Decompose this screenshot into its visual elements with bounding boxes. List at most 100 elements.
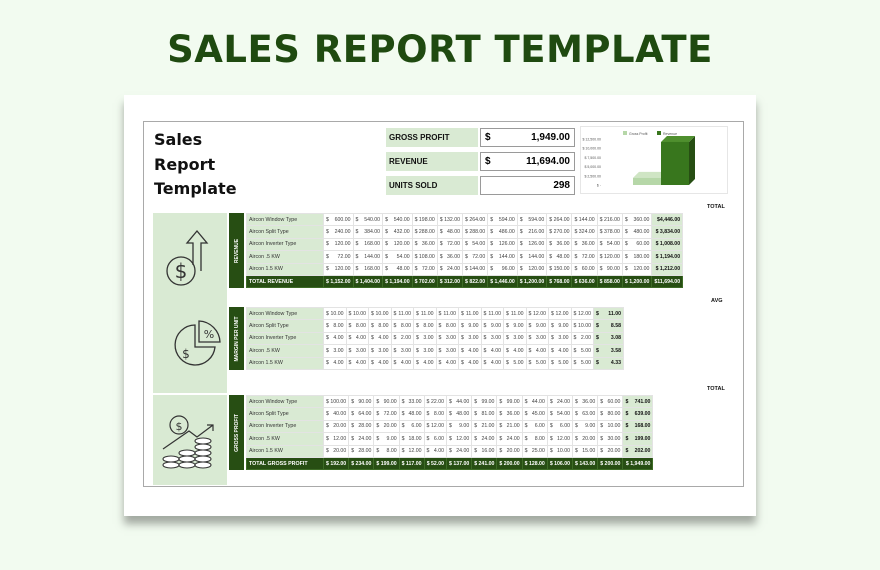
month-cell[interactable]: $144.00 xyxy=(571,212,598,227)
month-cell[interactable]: $20.00 xyxy=(572,432,599,446)
month-cell[interactable]: $24.00 xyxy=(348,432,375,446)
month-cell[interactable]: $11.00 xyxy=(503,306,527,321)
month-cell[interactable]: $2.00 xyxy=(570,331,594,346)
month-cell[interactable]: $4.00 xyxy=(503,344,527,358)
month-cell[interactable]: $9.00 xyxy=(458,319,482,333)
month-cell[interactable]: $21.00 xyxy=(496,419,523,434)
summary-cell[interactable]: $ 1,212.00 xyxy=(651,262,684,276)
month-cell[interactable]: $64.00 xyxy=(348,407,375,421)
month-cell[interactable]: $72.00 xyxy=(373,407,400,421)
month-cell[interactable]: $126.00 xyxy=(487,237,518,252)
product-name[interactable]: Aircon Inverter Type xyxy=(246,237,324,252)
month-cell[interactable]: $108.00 xyxy=(411,250,438,264)
total-cell[interactable]: $ 702.00 xyxy=(411,274,438,289)
month-cell[interactable]: $3.00 xyxy=(390,344,414,358)
month-cell[interactable]: $3.00 xyxy=(480,331,504,346)
product-name[interactable]: Aircon Window Type xyxy=(246,306,324,321)
month-cell[interactable]: $168.00 xyxy=(352,237,384,252)
month-cell[interactable]: $36.00 xyxy=(572,394,599,409)
month-cell[interactable]: $9.00 xyxy=(572,419,599,434)
month-cell[interactable]: $4.00 xyxy=(458,356,482,370)
total-cell[interactable]: $ 241.00 xyxy=(471,456,498,471)
month-cell[interactable]: $24.00 xyxy=(471,432,498,446)
product-name[interactable]: Aircon 1.5 KW xyxy=(246,444,324,458)
month-cell[interactable]: $144.00 xyxy=(461,262,489,276)
month-cell[interactable]: $3.00 xyxy=(525,331,549,346)
month-cell[interactable]: $11.00 xyxy=(435,306,459,321)
total-cell[interactable]: $ 200.00 xyxy=(496,456,523,471)
month-cell[interactable]: $10.00 xyxy=(570,319,594,333)
month-cell[interactable]: $216.00 xyxy=(516,225,548,239)
month-cell[interactable]: $144.00 xyxy=(487,250,518,264)
month-cell[interactable]: $594.00 xyxy=(487,212,518,227)
month-cell[interactable]: $21.00 xyxy=(471,419,498,434)
month-cell[interactable]: $4.00 xyxy=(368,331,392,346)
product-name[interactable]: Aircon Window Type xyxy=(246,394,324,409)
month-cell[interactable]: $36.00 xyxy=(571,237,598,252)
month-cell[interactable]: $378.00 xyxy=(596,225,623,239)
month-cell[interactable]: $63.00 xyxy=(572,407,599,421)
month-cell[interactable]: $45.00 xyxy=(521,407,548,421)
kpi-value-cell[interactable]: $11,694.00 xyxy=(480,152,575,171)
month-cell[interactable]: $36.00 xyxy=(411,237,438,252)
month-cell[interactable]: $360.00 xyxy=(621,212,653,227)
month-cell[interactable]: $3.00 xyxy=(323,344,347,358)
month-cell[interactable]: $6.00 xyxy=(546,419,574,434)
month-cell[interactable]: $8.00 xyxy=(373,444,400,458)
month-cell[interactable]: $54.00 xyxy=(596,237,623,252)
total-cell[interactable]: $ 1,200.00 xyxy=(516,274,548,289)
month-cell[interactable]: $15.00 xyxy=(572,444,599,458)
month-cell[interactable]: $6.00 xyxy=(423,432,448,446)
month-cell[interactable]: $11.00 xyxy=(458,306,482,321)
month-cell[interactable]: $10.00 xyxy=(323,306,347,321)
month-cell[interactable]: $180.00 xyxy=(621,250,653,264)
month-cell[interactable]: $4.00 xyxy=(345,356,369,370)
month-cell[interactable]: $264.00 xyxy=(546,212,573,227)
product-name[interactable]: Aircon .5 KW xyxy=(246,250,324,264)
month-cell[interactable]: $48.00 xyxy=(446,407,473,421)
summary-cell[interactable]: $4.33 xyxy=(593,356,624,370)
month-cell[interactable]: $4.00 xyxy=(323,331,347,346)
summary-cell[interactable]: $741.00 xyxy=(622,394,654,409)
month-cell[interactable]: $12.00 xyxy=(525,306,549,321)
total-cell[interactable]: $ 128.00 xyxy=(521,456,548,471)
month-cell[interactable]: $4.00 xyxy=(480,344,504,358)
month-cell[interactable]: $36.00 xyxy=(436,250,464,264)
product-name[interactable]: Aircon Split Type xyxy=(246,225,324,239)
total-cell[interactable]: $ 822.00 xyxy=(461,274,489,289)
product-name[interactable]: Aircon Window Type xyxy=(246,212,324,227)
month-cell[interactable]: $54.00 xyxy=(382,250,413,264)
summary-cell[interactable]: $8.58 xyxy=(593,319,624,333)
month-cell[interactable]: $9.00 xyxy=(503,319,527,333)
month-cell[interactable]: $60.00 xyxy=(571,262,598,276)
month-cell[interactable]: $4.00 xyxy=(525,344,549,358)
total-cell[interactable]: $ 52.00 xyxy=(423,456,448,471)
month-cell[interactable]: $432.00 xyxy=(382,225,413,239)
month-cell[interactable]: $18.00 xyxy=(398,432,425,446)
month-cell[interactable]: $10.00 xyxy=(546,444,574,458)
month-cell[interactable]: $12.00 xyxy=(398,444,425,458)
month-cell[interactable]: $4.00 xyxy=(458,344,482,358)
month-cell[interactable]: $168.00 xyxy=(352,262,384,276)
month-cell[interactable]: $12.00 xyxy=(570,306,594,321)
month-cell[interactable]: $8.00 xyxy=(521,432,548,446)
month-cell[interactable]: $72.00 xyxy=(436,237,464,252)
month-cell[interactable]: $270.00 xyxy=(546,225,573,239)
month-cell[interactable]: $2.00 xyxy=(390,331,414,346)
total-cell[interactable]: $ 192.00 xyxy=(322,456,350,471)
total-cell[interactable]: $ 200.00 xyxy=(597,456,624,471)
month-cell[interactable]: $594.00 xyxy=(516,212,548,227)
month-cell[interactable]: $240.00 xyxy=(323,225,354,239)
month-cell[interactable]: $60.00 xyxy=(621,237,653,252)
month-cell[interactable]: $288.00 xyxy=(411,225,438,239)
product-name[interactable]: Aircon .5 KW xyxy=(246,432,324,446)
month-cell[interactable]: $324.00 xyxy=(571,225,598,239)
month-cell[interactable]: $12.00 xyxy=(446,432,473,446)
total-cell[interactable]: $ 768.00 xyxy=(546,274,573,289)
month-cell[interactable]: $540.00 xyxy=(382,212,413,227)
month-cell[interactable]: $480.00 xyxy=(621,225,653,239)
month-cell[interactable]: $4.00 xyxy=(548,344,572,358)
month-cell[interactable]: $6.00 xyxy=(521,419,548,434)
month-cell[interactable]: $384.00 xyxy=(352,225,384,239)
month-cell[interactable]: $4.00 xyxy=(390,356,414,370)
